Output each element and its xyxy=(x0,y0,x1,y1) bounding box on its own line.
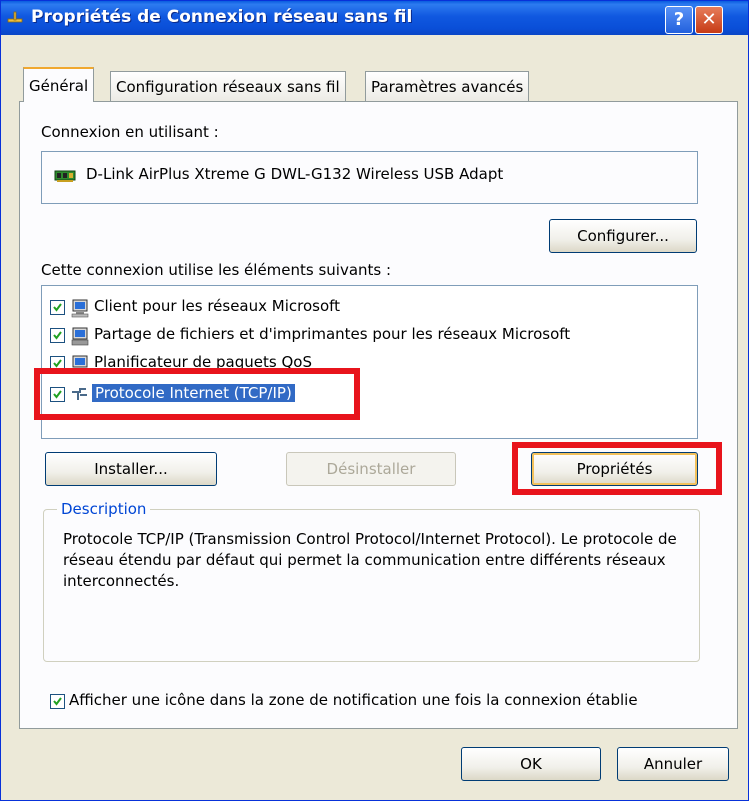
cancel-button[interactable]: Annuler xyxy=(617,747,729,781)
description-title: Description xyxy=(57,500,151,518)
network-connection-icon xyxy=(7,11,23,23)
tab-general[interactable]: Général xyxy=(23,67,95,102)
notify-checkbox[interactable] xyxy=(50,694,65,709)
adapter-field: D-Link AirPlus Xtreme G DWL-G132 Wireles… xyxy=(41,151,698,204)
file-sharing-icon xyxy=(71,327,89,346)
configure-button[interactable]: Configurer... xyxy=(549,219,697,253)
component-label: Client pour les réseaux Microsoft xyxy=(94,297,341,315)
list-item[interactable]: Client pour les réseaux Microsoft xyxy=(50,296,690,320)
close-button[interactable]: ✕ xyxy=(695,6,723,34)
window-title: Propriétés de Connexion réseau sans fil xyxy=(31,7,413,27)
properties-dialog: Propriétés de Connexion réseau sans fil … xyxy=(0,0,749,801)
component-label: Partage de fichiers et d'imprimantes pou… xyxy=(94,325,571,343)
description-text: Protocole TCP/IP (Transmission Control P… xyxy=(63,530,677,590)
components-label: Cette connexion utilise les éléments sui… xyxy=(41,261,392,279)
component-checkbox[interactable] xyxy=(50,300,65,315)
tab-advanced[interactable]: Paramètres avancés xyxy=(365,71,530,101)
uninstall-button: Désinstaller xyxy=(286,452,456,486)
tab-wireless-config[interactable]: Configuration réseaux sans fil xyxy=(110,71,346,101)
install-button[interactable]: Installer... xyxy=(45,452,217,486)
properties-highlight xyxy=(512,442,722,495)
component-checkbox[interactable] xyxy=(50,328,65,343)
title-bar[interactable]: Propriétés de Connexion réseau sans fil … xyxy=(1,1,748,35)
list-item[interactable]: Partage de fichiers et d'imprimantes pou… xyxy=(50,324,690,348)
connect-using-label: Connexion en utilisant : xyxy=(41,123,219,141)
selection-highlight xyxy=(34,368,360,420)
help-button[interactable]: ? xyxy=(665,6,693,34)
adapter-name: D-Link AirPlus Xtreme G DWL-G132 Wireles… xyxy=(86,165,504,183)
ok-button[interactable]: OK xyxy=(461,747,601,781)
network-client-icon xyxy=(71,299,89,318)
notify-label: Afficher une icône dans la zone de notif… xyxy=(69,691,638,709)
network-adapter-icon xyxy=(54,170,76,182)
